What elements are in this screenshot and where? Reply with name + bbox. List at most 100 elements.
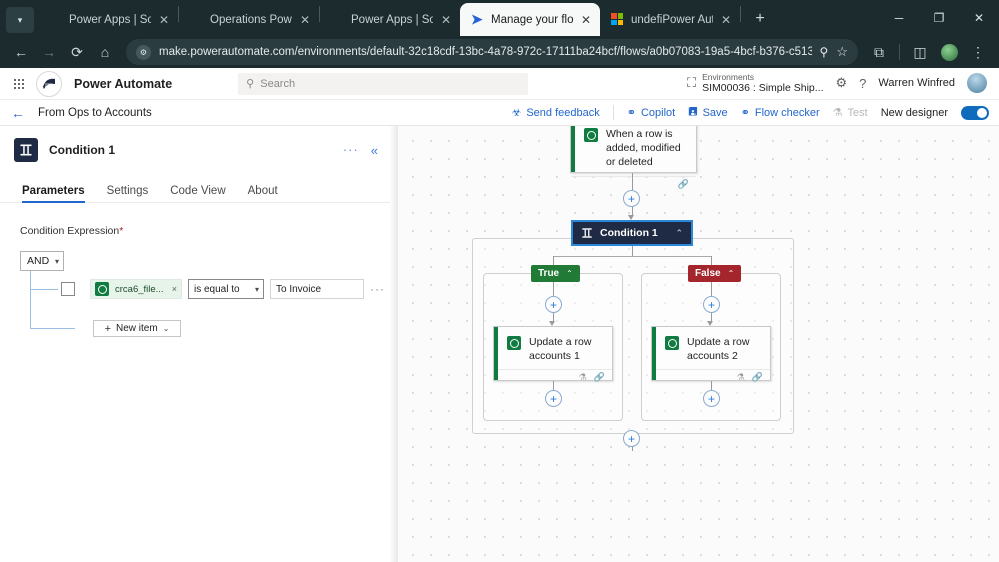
save-label: Save (702, 106, 728, 119)
extensions-icon[interactable]: ⧉ (866, 39, 892, 65)
global-search-input[interactable]: ⚲ Search (238, 72, 529, 95)
connector-line (30, 289, 58, 290)
trigger-node[interactable]: When a row is added, modified or deleted… (570, 126, 697, 189)
minimize-icon[interactable]: ─ (879, 2, 919, 34)
browser-tab-1[interactable]: Power Apps | Solutions - ✕ (38, 3, 178, 36)
back-to-flows-icon[interactable]: ← (10, 105, 26, 121)
branch-false-label: False (695, 268, 721, 279)
forward-icon[interactable]: → (36, 39, 62, 65)
command-bar-actions: ☣ Send feedback ⚭ Copilot 🖪 Save ⚭ Flow … (511, 103, 989, 122)
dataverse-icon (95, 282, 109, 296)
chevron-down-icon: ▾ (254, 284, 259, 294)
chevron-up-icon[interactable]: ⌃ (675, 228, 683, 239)
back-icon[interactable]: ← (8, 39, 34, 65)
trigger-label: When a row is added, modified or deleted (606, 128, 681, 169)
browser-menu-icon[interactable]: ⋮ (965, 39, 991, 65)
new-designer-toggle[interactable] (961, 105, 989, 120)
dataverse-icon (665, 336, 679, 350)
app-header: Power Automate ⚲ Search ⛶ Environments S… (0, 68, 999, 100)
site-info-icon[interactable]: ⚙ (136, 44, 151, 60)
flow-checker-button[interactable]: ⚭ Flow checker (741, 106, 820, 120)
tab-parameters[interactable]: Parameters (22, 185, 85, 203)
add-action-after-trigger-button[interactable]: + (623, 190, 640, 207)
node-accent-bar (571, 126, 575, 172)
copilot-button[interactable]: ⚭ Copilot (626, 106, 675, 120)
operator-select[interactable]: is equal to ▾ (188, 279, 264, 299)
add-action-false-below-button[interactable]: + (703, 390, 720, 407)
browser-tab-4-active[interactable]: ➤ Manage your flows | Pow ✕ (460, 3, 600, 36)
logic-operator-select[interactable]: AND ▾ (20, 251, 64, 271)
link-icon[interactable]: 🔗 (594, 372, 605, 383)
search-icon[interactable]: ⚲ (820, 45, 829, 59)
condition-expression-label-text: Condition Expression (20, 225, 120, 237)
powerapps-icon (49, 13, 62, 26)
token-label: crca6_file... (115, 283, 164, 295)
profile-avatar[interactable] (936, 39, 962, 65)
bookmark-star-icon[interactable]: ☆ (836, 44, 848, 60)
close-icon[interactable]: ✕ (158, 13, 170, 27)
add-action-true-above-button[interactable]: + (545, 296, 562, 313)
test-button[interactable]: ⚗ Test (833, 106, 868, 120)
connector-line (711, 282, 712, 296)
browser-tab-3[interactable]: Power Apps | Solutions - ✕ (320, 3, 460, 36)
powerapps-icon (190, 13, 203, 26)
new-tab-button[interactable]: + (747, 6, 773, 32)
action-node-false[interactable]: Update a row accounts 2 ⚗ 🔗 (651, 326, 771, 383)
environment-icon: ⛶ (686, 75, 697, 91)
copilot-icon: ⚭ (626, 107, 636, 119)
close-icon[interactable]: ✕ (440, 13, 452, 27)
powerapps-icon (331, 13, 344, 26)
split-view-icon[interactable]: ◫ (907, 39, 933, 65)
action-node-true[interactable]: Update a row accounts 1 ⚗ 🔗 (493, 326, 613, 383)
condition-value-input[interactable]: To Invoice (270, 279, 364, 299)
help-icon[interactable]: ? (859, 76, 866, 91)
link-icon[interactable]: 🔗 (752, 372, 763, 383)
chevron-up-icon[interactable]: ⌃ (566, 269, 573, 278)
condition-node[interactable]: Condition 1 ⌃ (571, 220, 693, 246)
gear-icon[interactable]: ⚙ (836, 75, 848, 91)
remove-token-icon[interactable]: × (172, 284, 177, 294)
close-window-icon[interactable]: ✕ (959, 2, 999, 34)
reload-icon[interactable]: ⟳ (64, 39, 90, 65)
panel-header: Condition 1 ··· « (0, 126, 390, 162)
flow-canvas[interactable]: When a row is added, modified or deleted… (398, 126, 999, 562)
tab-code-view[interactable]: Code View (170, 185, 225, 203)
environment-picker[interactable]: ⛶ Environments SIM00036 : Simple Ship... (686, 71, 824, 95)
send-feedback-button[interactable]: ☣ Send feedback (511, 106, 599, 120)
connector-line (711, 381, 712, 390)
branch-pill-true[interactable]: True ⌃ (531, 265, 580, 282)
tab-about[interactable]: About (248, 185, 278, 203)
home-icon[interactable]: ⌂ (92, 39, 118, 65)
tab-search-dropdown-button[interactable]: ▾ (6, 7, 34, 33)
tab-settings[interactable]: Settings (107, 185, 149, 203)
close-icon[interactable]: ✕ (299, 13, 311, 27)
condition-row-checkbox[interactable] (61, 282, 75, 296)
add-action-after-condition-button[interactable]: + (623, 430, 640, 447)
close-icon[interactable]: ✕ (720, 13, 732, 27)
close-icon[interactable]: ✕ (580, 13, 592, 27)
new-designer-label: New designer (880, 106, 948, 119)
dataverse-icon (507, 336, 521, 350)
collapse-panel-icon[interactable]: « (371, 143, 378, 158)
test-flask-icon[interactable]: ⚗ (579, 372, 587, 383)
condition-node-label: Condition 1 (600, 227, 658, 239)
browser-tab-2[interactable]: Operations Power Solutio ✕ (179, 3, 319, 36)
test-flask-icon[interactable]: ⚗ (737, 372, 745, 383)
address-bar-input[interactable]: ⚙ make.powerautomate.com/environments/de… (126, 39, 858, 65)
row-more-actions-icon[interactable]: ··· (370, 283, 385, 295)
save-button[interactable]: 🖪 Save (688, 103, 727, 122)
panel-more-actions-icon[interactable]: ··· (343, 143, 359, 156)
maximize-icon[interactable]: ❐ (919, 2, 959, 34)
branch-pill-false[interactable]: False ⌃ (688, 265, 742, 282)
add-action-true-below-button[interactable]: + (545, 390, 562, 407)
add-action-false-above-button[interactable]: + (703, 296, 720, 313)
dynamic-content-token[interactable]: crca6_file... × (90, 279, 182, 299)
environment-label: Environments (702, 71, 755, 82)
avatar[interactable] (967, 73, 987, 94)
browser-tab-5[interactable]: undefiPower Automate n ✕ (600, 3, 740, 36)
link-icon[interactable]: 🔗 (678, 179, 689, 190)
app-launcher-icon[interactable] (8, 73, 30, 95)
chevron-up-icon[interactable]: ⌃ (728, 269, 735, 278)
panel-resize-handle[interactable] (390, 126, 398, 562)
new-item-button[interactable]: + New item ⌄ (93, 320, 181, 337)
